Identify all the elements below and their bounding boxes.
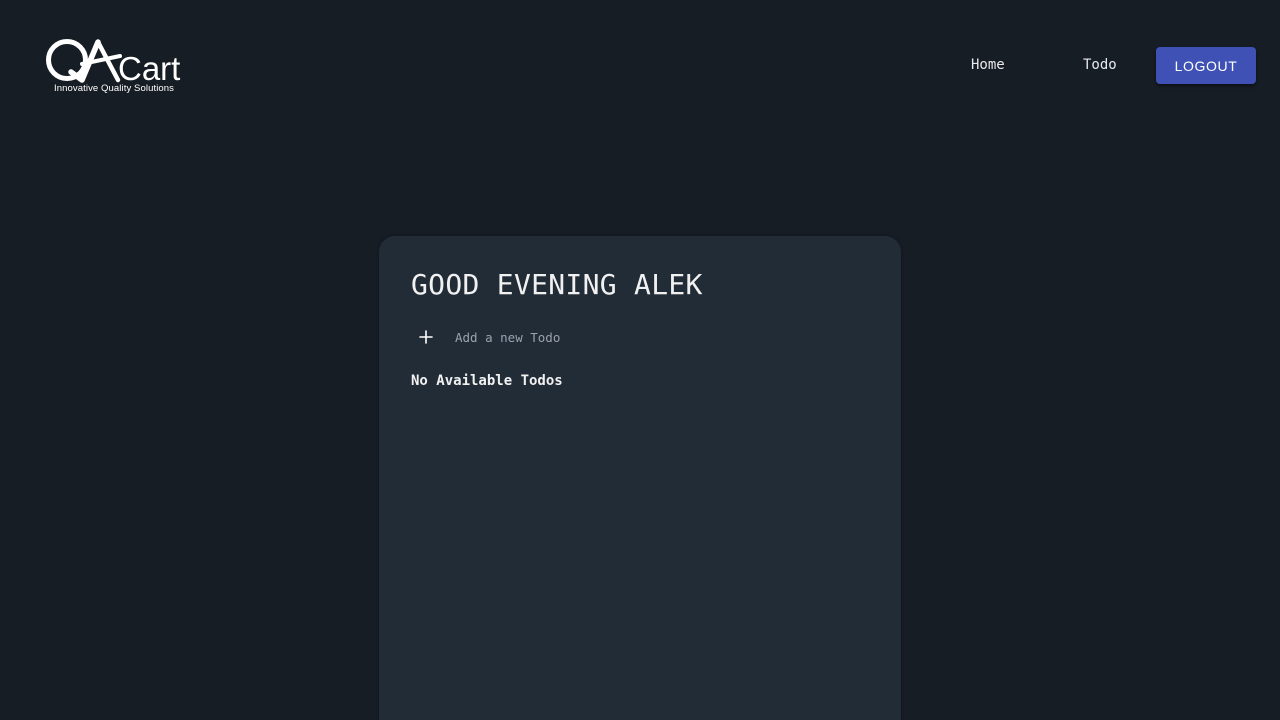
logo-tagline: Innovative Quality Solutions bbox=[54, 83, 175, 94]
todo-page: Cart Innovative Quality Solutions Home T… bbox=[0, 0, 1280, 720]
greeting-heading: GOOD EVENING ALEK bbox=[411, 268, 703, 301]
logo-brand-name: Cart bbox=[118, 50, 180, 84]
todo-card: GOOD EVENING ALEK No Available Todos bbox=[379, 236, 901, 720]
empty-todos-message: No Available Todos bbox=[411, 373, 563, 389]
qacart-logo[interactable]: Cart Innovative Quality Solutions bbox=[46, 36, 198, 96]
nav-home-link[interactable]: Home bbox=[971, 57, 1005, 73]
add-todo-input[interactable] bbox=[455, 329, 715, 345]
nav-todo-link[interactable]: Todo bbox=[1083, 57, 1117, 73]
logout-button[interactable]: LOGOUT bbox=[1156, 47, 1256, 84]
add-todo-row[interactable] bbox=[419, 324, 715, 350]
qacart-logo-mark: Cart bbox=[46, 39, 180, 84]
plus-icon[interactable] bbox=[419, 324, 447, 350]
